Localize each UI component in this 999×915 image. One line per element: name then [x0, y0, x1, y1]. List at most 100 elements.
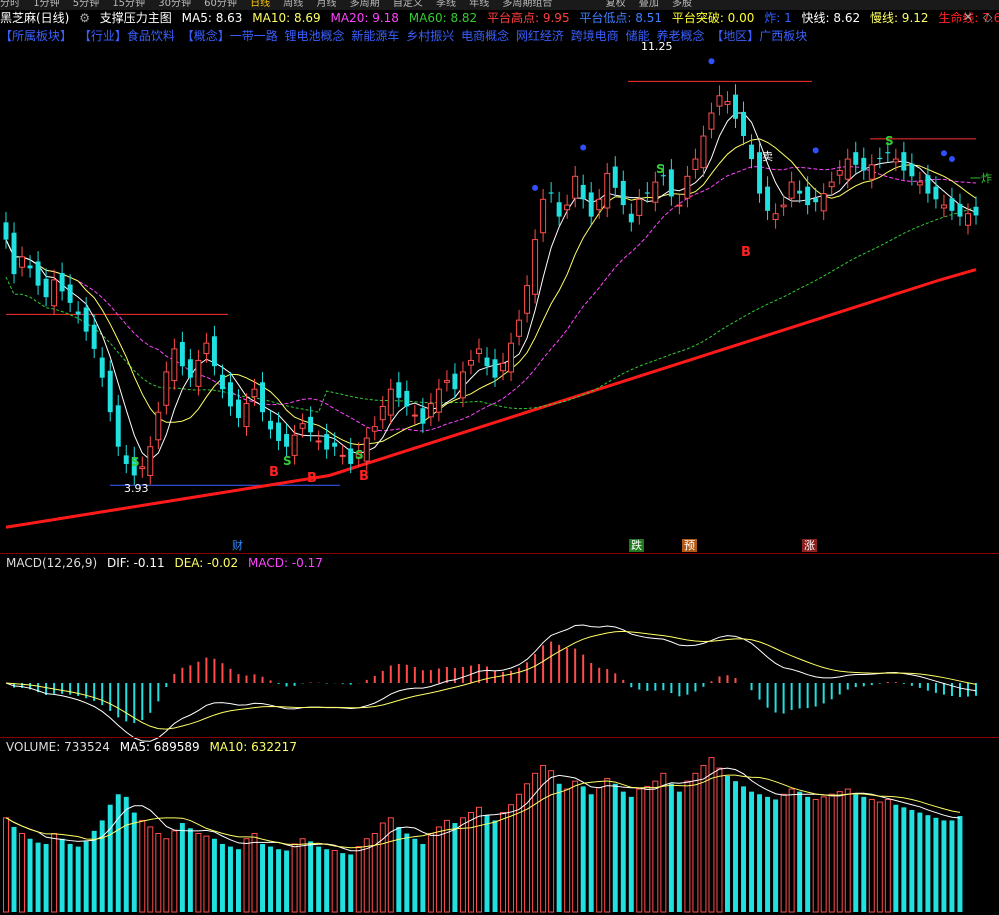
volume-bar [99, 820, 105, 912]
candle-body [516, 319, 523, 337]
signal-dot [812, 147, 819, 154]
volume-bar [949, 820, 955, 912]
volume-bar [548, 770, 555, 913]
volume-bar [588, 794, 594, 912]
event-die[interactable]: 跌 [629, 539, 644, 552]
volume-bar [43, 843, 49, 912]
life-line [5, 268, 977, 529]
candle-body [892, 158, 899, 163]
macd-title[interactable]: MACD(12,26,9) [6, 556, 97, 570]
candle-body [644, 192, 650, 194]
buy-signal: B [741, 245, 751, 260]
event-zhang[interactable]: 涨 [802, 539, 817, 552]
volume-ma5: MA5: 689589 [119, 740, 200, 754]
candle-body [211, 336, 217, 367]
candle-body [219, 374, 225, 390]
panel-divider [0, 553, 999, 554]
candle-body [588, 192, 594, 217]
macd-macd: MACD: -0.17 [248, 556, 323, 570]
volume-bar [700, 764, 707, 913]
high-price-label: 11.25 [641, 40, 673, 53]
candle-body [3, 222, 9, 240]
volume-bar [211, 838, 217, 912]
volume-bar [757, 794, 763, 912]
volume-bar [580, 786, 586, 912]
candle-body [828, 181, 835, 188]
candle-body [363, 437, 370, 462]
volume-bar [500, 812, 507, 913]
volume-title[interactable]: VOLUME: 733524 [6, 740, 110, 754]
event-cai[interactable]: 财 [230, 539, 245, 552]
candle-body [243, 403, 250, 428]
volume-bar [107, 804, 113, 912]
macd-dif: DIF: -0.11 [106, 556, 165, 570]
event-yu[interactable]: 预 [682, 539, 697, 552]
candle-body [853, 152, 859, 165]
candle-body [844, 158, 851, 180]
volume-bar [331, 850, 338, 913]
volume-bar [91, 830, 97, 912]
candle-body [427, 403, 434, 418]
zha-label: 一炸 [970, 172, 992, 185]
candle-body [299, 423, 306, 429]
volume-bar [171, 830, 178, 913]
chart-canvas[interactable] [0, 0, 999, 915]
volume-bar [844, 788, 851, 913]
volume-bar [276, 849, 282, 912]
candle-body [765, 186, 771, 211]
volume-bar [628, 796, 634, 912]
candle-body [187, 359, 193, 378]
macd-header: MACD(12,26,9) DIF: -0.11 DEA: -0.02 MACD… [6, 556, 329, 570]
volume-bar [836, 791, 843, 913]
s-signal: S [885, 134, 894, 148]
volume-bar [508, 804, 515, 913]
candle-body [387, 388, 394, 416]
volume-bar [355, 846, 362, 913]
volume-bar [797, 791, 803, 912]
volume-bar [564, 788, 571, 913]
volume-bar [925, 815, 931, 912]
candle-body [524, 285, 531, 314]
candle-body [75, 311, 81, 315]
macd-dea: DEA: -0.02 [174, 556, 239, 570]
candle-body [933, 186, 939, 200]
candle-body [59, 272, 65, 292]
volume-bar [612, 783, 618, 912]
signal-dot [580, 144, 587, 151]
candle-body [813, 198, 819, 203]
candle-body [452, 373, 458, 390]
candle-body [492, 359, 498, 378]
volume-bar [957, 816, 963, 912]
volume-bar [492, 820, 498, 912]
volume-bar [420, 843, 426, 912]
ma5-line [5, 112, 977, 461]
candle-body [19, 256, 26, 268]
candle-body [708, 112, 715, 130]
candle-body [115, 405, 121, 447]
candle-body [371, 426, 378, 432]
volume-bar [876, 801, 883, 913]
volume-bar [459, 817, 466, 913]
volume-bar [404, 833, 410, 912]
volume-bar [620, 791, 626, 912]
volume-bar [363, 838, 370, 913]
candle-body [35, 261, 41, 286]
candle-body [548, 192, 554, 194]
volume-bar [291, 843, 298, 913]
buy-signal: B [269, 465, 279, 480]
volume-bar [484, 815, 490, 912]
candle-body [957, 203, 963, 217]
candle-body [772, 213, 779, 220]
candle-body [716, 95, 723, 107]
volume-bar [11, 826, 17, 912]
volume-bar [604, 778, 611, 913]
candle-body [43, 278, 49, 298]
candle-body [797, 190, 803, 194]
s-signal: S [131, 455, 140, 469]
candle-body [925, 175, 931, 194]
candle-body [379, 405, 386, 421]
volume-bar [340, 853, 346, 912]
candle-body [868, 164, 875, 180]
volume-bar [155, 833, 162, 913]
candle-body [556, 202, 562, 217]
